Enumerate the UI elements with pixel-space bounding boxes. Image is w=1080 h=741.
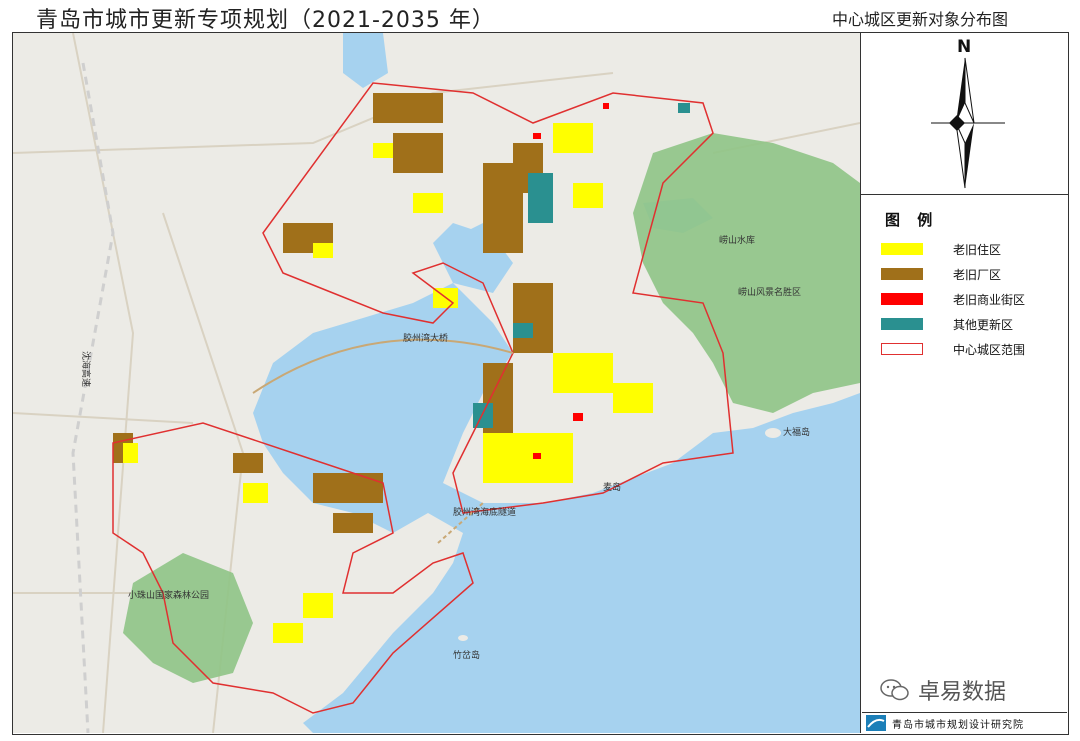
legend-swatch-central-city-boundary [881,343,923,355]
legend-swatch-old-residential [881,243,923,255]
map-svg[interactable]: 胶州湾大桥 胶州湾海底隧道 崂山风景名胜区 小珠山国家森林公园 大福岛 麦岛 竹… [13,33,860,733]
page-title: 青岛市城市更新专项规划（2021-2035 年） [36,8,495,33]
zhucha-island-label: 竹岔岛 [453,649,480,661]
legend-swatch-old-factory [881,268,923,280]
legend-swatch-other-renewal [881,318,923,330]
legend-item-old-factory: 老旧厂区 [881,264,1001,284]
zhucha-island [458,635,468,641]
legend-title: 图 例 [885,211,939,229]
mai-island-label: 麦岛 [603,481,621,493]
reservoir-label: 崂山水库 [719,234,755,246]
watermark: 卓易数据 [880,674,1006,706]
map-canvas[interactable]: 胶州湾大桥 胶州湾海底隧道 崂山风景名胜区 小珠山国家森林公园 大福岛 麦岛 竹… [13,33,860,733]
legend-item-old-commercial: 老旧商业街区 [881,289,1025,309]
xiaozhushan-label: 小珠山国家森林公园 [128,589,209,601]
dafu-island-label: 大福岛 [783,426,810,438]
dafu-island [765,428,781,438]
north-arrow-icon [931,57,1005,189]
legend-item-other-renewal: 其他更新区 [881,314,1013,334]
footer-bar: 青岛市城市规划设计研究院 [862,712,1067,733]
map-subtitle: 中心城区更新对象分布图 [832,10,1009,29]
watermark-text: 卓易数据 [918,680,1007,705]
compass-box: N [861,33,1068,195]
institute-name: 青岛市城市规划设计研究院 [892,719,1024,731]
wechat-icon [880,679,909,701]
west-road-label: 沈海高速 [80,351,92,387]
tunnel-label: 胶州湾海底隧道 [453,506,516,518]
legend-item-central-city-boundary: 中心城区范围 [881,339,1025,359]
legend-swatch-old-commercial [881,293,923,305]
side-panel: N 图 例 老旧住区 老旧厂区 老旧商业街区 其他更新区 中心城区范围 [860,33,1068,733]
legend-item-old-residential: 老旧住区 [881,239,1001,259]
institute-logo-icon [866,715,886,731]
bridge-label: 胶州湾大桥 [403,332,448,344]
laoshan-label: 崂山风景名胜区 [738,286,801,298]
